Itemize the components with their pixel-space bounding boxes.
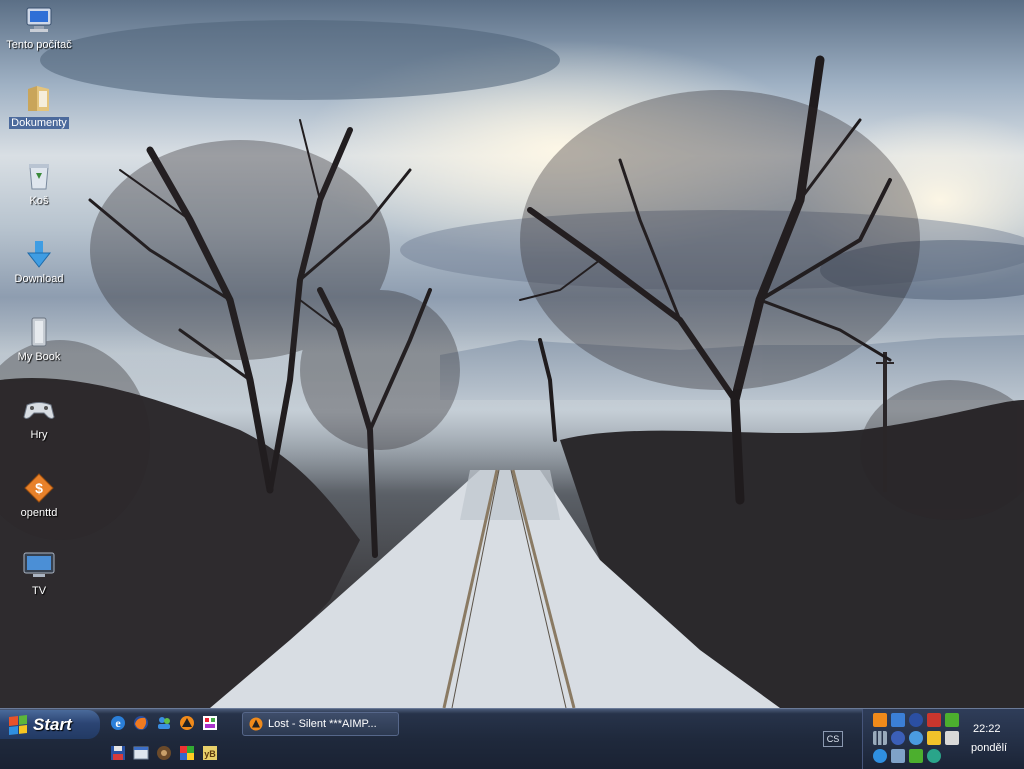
window-icon[interactable] [132, 744, 150, 762]
svg-text:e: e [115, 716, 121, 730]
windows-logo-icon [9, 714, 27, 735]
desktop-icon-recycle-bin[interactable]: Koš [1, 160, 77, 207]
speaker-tray-icon[interactable] [927, 713, 941, 727]
taskbar-button-aimp[interactable]: Lost - Silent ***AIMP... [242, 712, 399, 736]
aimp-tray-icon[interactable] [873, 713, 887, 727]
antivirus-tray-icon[interactable] [909, 713, 923, 727]
task-label: Lost - Silent ***AIMP... [268, 718, 377, 730]
desktop-icon-tv[interactable]: TV [1, 550, 77, 597]
facebook-tray-icon[interactable] [891, 731, 905, 745]
system-tray: 22:22 pondělí [862, 709, 1024, 769]
sync-tray-icon[interactable] [927, 749, 941, 763]
desktop-icon-my-computer[interactable]: Tento počítač [1, 4, 77, 51]
desktop-icon-label: Koš [29, 195, 49, 207]
svg-text:yB: yB [204, 749, 216, 759]
desktop-icon-download[interactable]: Download [1, 238, 77, 285]
desktop-icon-label: openttd [20, 507, 58, 519]
desktop-icon-label: My Book [17, 351, 61, 363]
floppy-icon[interactable] [109, 744, 127, 762]
wallpaper [0, 20, 1024, 708]
desktop-icon-label: Dokumenty [9, 117, 69, 129]
update-tray-icon[interactable] [909, 749, 923, 763]
gamepad-icon [23, 394, 55, 426]
external-drive-icon [23, 316, 55, 348]
desktop-icon-my-book[interactable]: My Book [1, 316, 77, 363]
signal-tray-icon[interactable] [873, 731, 887, 745]
desktop-icon-games[interactable]: Hry [1, 394, 77, 441]
tv-monitor-icon [23, 550, 55, 582]
shield-tray-icon[interactable] [873, 749, 887, 763]
desktop-icon-label: Hry [30, 429, 48, 441]
aimp-icon [249, 717, 263, 731]
messenger-icon[interactable] [155, 714, 173, 732]
documents-folder-icon [23, 82, 55, 114]
yb-icon[interactable]: yB [201, 744, 219, 762]
desktop-icon-label: Tento počítač [6, 39, 72, 51]
firefox-icon[interactable] [132, 714, 150, 732]
desktop-icon-label: TV [31, 585, 47, 597]
android-tray-icon[interactable] [945, 713, 959, 727]
desktop-icon-label: Download [14, 273, 64, 285]
recycle-bin-icon [23, 160, 55, 192]
desktop[interactable]: Tento počítač Dokumenty Koš Download My … [0, 0, 1024, 708]
app-icon[interactable] [201, 714, 219, 732]
language-indicator[interactable]: CS [823, 731, 843, 747]
download-arrow-icon [23, 238, 55, 270]
clock-day: pondělí [971, 742, 1008, 754]
picasa-icon[interactable] [178, 744, 196, 762]
start-label: Start [33, 714, 72, 734]
svg-text:$: $ [35, 480, 43, 496]
aimp-icon[interactable] [178, 714, 196, 732]
clock-time[interactable]: 22:22 [973, 723, 1001, 735]
mail-tray-icon[interactable] [891, 749, 905, 763]
chrome-icon[interactable] [155, 744, 173, 762]
taskbar: Start e yB Lost - Silent ***AIMP... CS 2… [0, 708, 1024, 769]
start-button[interactable]: Start [0, 710, 100, 739]
close-tray-icon[interactable] [945, 731, 959, 745]
desktop-icon-documents[interactable]: Dokumenty [1, 82, 77, 129]
avast-tray-icon[interactable] [909, 731, 923, 745]
folder-tray-icon[interactable] [927, 731, 941, 745]
network-tray-icon[interactable] [891, 713, 905, 727]
openttd-icon: $ [23, 472, 55, 504]
my-computer-icon [23, 4, 55, 36]
ie-icon[interactable]: e [109, 714, 127, 732]
desktop-icon-openttd[interactable]: $ openttd [1, 472, 77, 519]
